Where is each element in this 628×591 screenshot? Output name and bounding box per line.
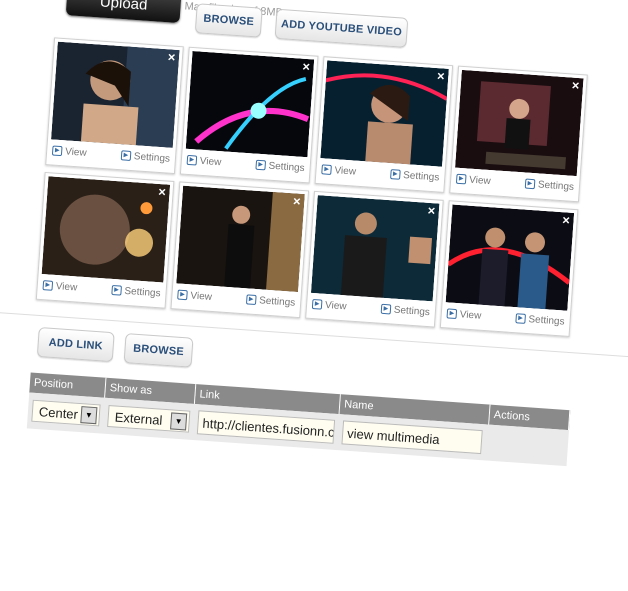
play-icon: ▶ xyxy=(321,164,332,176)
view-label: View xyxy=(468,174,492,188)
settings-label: Settings xyxy=(402,170,440,184)
play-icon: ▶ xyxy=(455,174,467,185)
play-icon: ▶ xyxy=(389,169,401,181)
play-icon: ▶ xyxy=(186,155,198,166)
settings-link[interactable]: ▶ Settings xyxy=(245,294,296,309)
close-icon[interactable]: × xyxy=(559,212,573,227)
close-icon[interactable]: × xyxy=(290,193,304,208)
view-label: View xyxy=(199,155,222,169)
settings-link[interactable]: ▶ Settings xyxy=(120,150,171,165)
media-thumbnail[interactable]: × ▶ View ▶ Settings xyxy=(314,56,454,193)
view-label: View xyxy=(55,281,78,294)
view-link[interactable]: ▶ View xyxy=(311,299,347,313)
play-icon: ▶ xyxy=(42,280,54,292)
thumbnail-image xyxy=(176,185,305,292)
play-icon: ▶ xyxy=(255,160,266,171)
close-icon[interactable]: × xyxy=(434,68,448,83)
play-icon: ▶ xyxy=(380,304,392,315)
settings-link[interactable]: ▶ Settings xyxy=(111,285,161,299)
close-icon[interactable]: × xyxy=(299,59,313,74)
view-link[interactable]: ▶ View xyxy=(186,155,222,169)
play-icon: ▶ xyxy=(177,289,188,301)
settings-label: Settings xyxy=(268,160,305,175)
dropdown-arrow-icon[interactable]: ▼ xyxy=(170,412,188,431)
show-as-value: External xyxy=(114,409,163,428)
view-link[interactable]: ▶ View xyxy=(51,145,87,159)
links-browse-button[interactable]: BROWSE xyxy=(123,333,194,368)
media-thumbnail[interactable]: × ▶ View ▶ Settings xyxy=(35,171,175,309)
settings-label: Settings xyxy=(537,179,575,193)
settings-label: Settings xyxy=(124,285,161,300)
play-icon: ▶ xyxy=(524,178,536,190)
position-select[interactable]: Center ▼ xyxy=(31,399,101,427)
play-icon: ▶ xyxy=(51,145,63,157)
view-link[interactable]: ▶ View xyxy=(455,174,492,188)
view-label: View xyxy=(64,146,87,159)
add-youtube-video-button[interactable]: ADD YOUTUBE VIDEO xyxy=(274,8,409,48)
close-icon[interactable]: × xyxy=(425,203,439,218)
settings-link[interactable]: ▶ Settings xyxy=(380,304,430,318)
view-label: View xyxy=(334,165,357,178)
media-manager: Max file size of 8MB Upload BROWSE ADD Y… xyxy=(0,0,628,591)
thumbnail-image xyxy=(51,41,180,148)
view-label: View xyxy=(324,299,347,313)
media-thumbnail[interactable]: × ▶ View ▶ Settings xyxy=(45,37,184,175)
play-icon: ▶ xyxy=(446,308,458,320)
thumbnail-image xyxy=(455,69,584,177)
view-link[interactable]: ▶ View xyxy=(177,289,213,303)
view-link[interactable]: ▶ View xyxy=(42,280,78,294)
position-value: Center xyxy=(38,404,79,422)
thumbnail-image xyxy=(310,195,440,302)
thumbnail-image xyxy=(320,60,449,167)
play-icon: ▶ xyxy=(111,285,122,296)
upload-button[interactable]: Upload xyxy=(65,0,182,24)
play-icon: ▶ xyxy=(311,299,323,311)
show-as-select[interactable]: External ▼ xyxy=(107,405,191,433)
media-thumbnail[interactable]: × ▶ View ▶ Settings xyxy=(170,181,310,319)
thumbnail-image xyxy=(445,204,575,311)
view-link[interactable]: ▶ View xyxy=(321,164,357,178)
play-icon: ▶ xyxy=(120,150,132,162)
media-thumbnail[interactable]: × ▶ View ▶ Settings xyxy=(439,200,579,337)
dropdown-arrow-icon[interactable]: ▼ xyxy=(80,406,98,425)
thumbnail-image xyxy=(185,50,315,158)
media-thumbnail[interactable]: × ▶ View ▶ Settings xyxy=(179,46,319,184)
thumbnail-image xyxy=(41,176,171,283)
view-label: View xyxy=(459,309,482,322)
settings-link[interactable]: ▶ Settings xyxy=(389,169,440,184)
settings-link[interactable]: ▶ Settings xyxy=(255,160,305,174)
close-icon[interactable]: × xyxy=(569,78,583,93)
settings-link[interactable]: ▶ Settings xyxy=(524,178,575,193)
add-link-button[interactable]: ADD LINK xyxy=(36,326,115,363)
play-icon: ▶ xyxy=(515,313,526,325)
settings-label: Settings xyxy=(393,304,431,319)
settings-link[interactable]: ▶ Settings xyxy=(515,313,565,328)
media-thumbnail[interactable]: × ▶ View ▶ Settings xyxy=(305,190,444,328)
view-link[interactable]: ▶ View xyxy=(446,308,482,322)
close-icon[interactable]: × xyxy=(165,49,179,64)
settings-label: Settings xyxy=(528,314,565,328)
view-label: View xyxy=(190,290,213,303)
browse-button[interactable]: BROWSE xyxy=(194,3,263,38)
play-icon: ▶ xyxy=(245,294,257,306)
settings-label: Settings xyxy=(258,295,296,309)
media-thumbnail[interactable]: × ▶ View ▶ Settings xyxy=(449,65,588,203)
settings-label: Settings xyxy=(133,151,171,165)
close-icon[interactable]: × xyxy=(155,184,169,199)
